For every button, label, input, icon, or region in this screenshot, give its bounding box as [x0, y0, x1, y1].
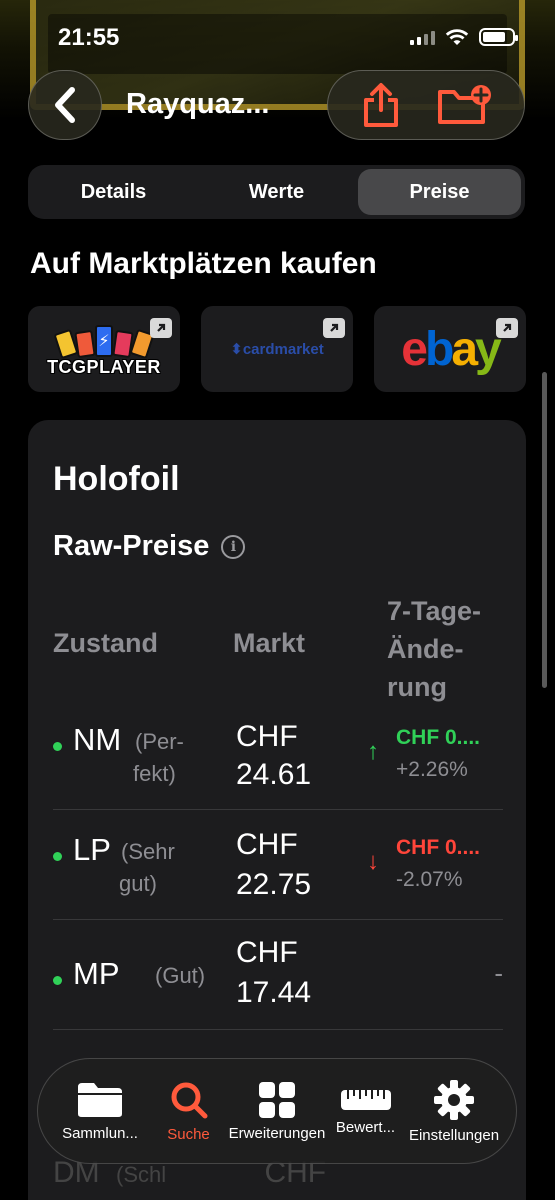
- tab-bar: Sammlun... Suche Erweiterungen Bewert...: [37, 1058, 517, 1164]
- status-dot: [53, 742, 62, 751]
- grid-icon: [259, 1081, 295, 1118]
- info-icon[interactable]: i: [221, 534, 246, 559]
- table-row[interactable]: LP (Sehr gut) CHF 22.75 ↓ CHF 0.... -2.0…: [53, 810, 503, 920]
- table-row[interactable]: NM (Per- fekt) CHF 24.61 ↑ CHF 0.... +2.…: [53, 710, 503, 810]
- status-dot: [53, 852, 62, 861]
- battery-icon: [479, 28, 518, 46]
- marketplace-ebay[interactable]: ebay: [374, 306, 526, 392]
- folder-add-icon[interactable]: [437, 84, 493, 126]
- price-change: CHF 0....: [396, 726, 481, 749]
- arrow-up-icon: ↑: [367, 738, 379, 765]
- marketplaces-list: ⚡ TCGPLAYER ⬍cardmarket ebay: [28, 306, 526, 392]
- price-currency: CHF: [236, 936, 298, 969]
- condition-quality: gut): [119, 871, 157, 896]
- tab-expansions[interactable]: Erweiterungen: [229, 1081, 325, 1142]
- table-header: Zustand Markt 7-Tage- Ände- rung: [53, 592, 503, 702]
- segmented-control: Details Werte Preise: [28, 165, 525, 219]
- status-time: 21:55: [58, 24, 120, 51]
- navigation-bar: Rayquaz...: [0, 70, 555, 140]
- price-amount: 17.44: [236, 976, 312, 1009]
- tab-settings[interactable]: Einstellungen: [409, 1079, 499, 1144]
- ebay-logo: ebay: [401, 322, 501, 376]
- status-bar: 21:55: [0, 20, 555, 56]
- header-market: Markt: [233, 628, 306, 658]
- gear-icon: [434, 1079, 474, 1120]
- page-title: Rayquaz...: [126, 88, 270, 120]
- arrow-down-icon: ↓: [367, 848, 379, 875]
- price-change-percent: +2.26%: [396, 758, 468, 781]
- condition-code: MP: [73, 956, 120, 991]
- variant-title: Holofoil: [53, 460, 180, 498]
- price-amount: 22.75: [236, 868, 312, 901]
- header-condition: Zustand: [53, 628, 158, 658]
- external-link-icon: [323, 318, 345, 338]
- scroll-indicator[interactable]: [542, 372, 547, 688]
- status-dot: [53, 976, 62, 985]
- nav-actions-group: [327, 70, 525, 140]
- price-amount: 24.61: [236, 758, 312, 791]
- marketplace-cardmarket[interactable]: ⬍cardmarket: [201, 306, 353, 392]
- back-button[interactable]: [28, 70, 102, 140]
- tab-grading[interactable]: Bewert...: [322, 1087, 410, 1136]
- tab-preise[interactable]: Preise: [358, 169, 521, 215]
- folder-icon: [78, 1082, 122, 1117]
- price-change: CHF 0....: [396, 836, 481, 859]
- price-currency: CHF: [236, 828, 298, 861]
- cardmarket-logo: ⬍cardmarket: [230, 341, 324, 358]
- tab-details[interactable]: Details: [32, 169, 195, 215]
- condition-quality: (Sehr: [121, 839, 175, 864]
- chevron-left-icon: [55, 87, 75, 123]
- share-icon[interactable]: [360, 82, 402, 128]
- marketplace-tcgplayer[interactable]: ⚡ TCGPLAYER: [28, 306, 180, 392]
- cellular-signal-icon: [410, 29, 435, 45]
- wifi-icon: [445, 29, 469, 45]
- marketplaces-title: Auf Marktplätzen kaufen: [30, 247, 377, 280]
- header-change: 7-Tage- Ände- rung: [387, 596, 482, 702]
- search-icon: [171, 1082, 207, 1118]
- external-link-icon: [150, 318, 172, 338]
- raw-prices-title: Raw-Preise i: [53, 530, 246, 563]
- price-currency: CHF: [236, 720, 298, 753]
- price-change-percent: -2.07%: [396, 868, 463, 891]
- external-link-icon: [496, 318, 518, 338]
- tab-werte[interactable]: Werte: [195, 169, 358, 215]
- condition-code: NM: [73, 722, 122, 757]
- ruler-icon: [340, 1089, 391, 1110]
- condition-code: LP: [73, 832, 111, 867]
- condition-quality: (Per-: [135, 729, 184, 754]
- tab-collection[interactable]: Sammlun...: [56, 1081, 144, 1142]
- tab-search[interactable]: Suche: [140, 1063, 233, 1156]
- condition-quality: fekt): [133, 761, 176, 786]
- condition-quality: (Gut): [155, 963, 206, 988]
- price-change: -: [494, 958, 503, 988]
- tcgplayer-logo: ⚡ TCGPLAYER: [47, 321, 161, 378]
- table-row[interactable]: MP (Gut) CHF 17.44 -: [53, 920, 503, 1030]
